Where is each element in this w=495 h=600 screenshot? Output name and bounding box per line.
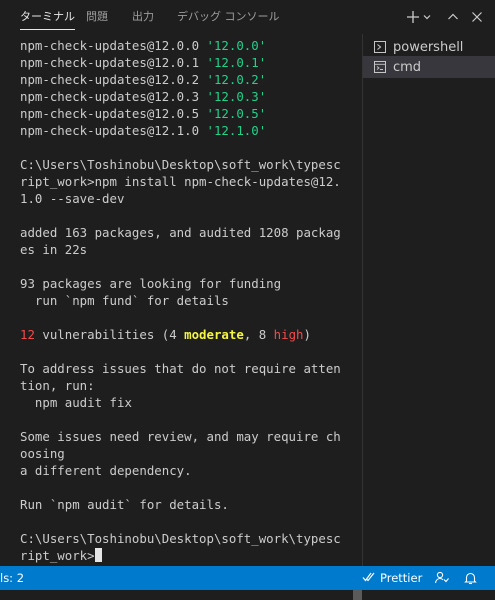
terminal-cursor [94,548,102,562]
prettier-status-item[interactable]: Prettier [362,566,422,590]
tab-terminal[interactable]: ターミナル [20,0,75,34]
terminal-text-segment: npm audit fix [20,395,132,410]
terminal-text-segment: 93 packages are looking for funding [20,276,282,291]
terminal-line: npm-check-updates@12.0.0 '12.0.0' [20,37,348,54]
status-left-text[interactable]: ls: 2 [0,566,24,590]
terminal-text-segment: '12.0.2' [206,72,267,87]
terminal-text-segment: '12.0.0' [206,38,267,53]
terminal-list: powershell cmd [362,34,495,566]
terminal-text-segment: npm-check-updates@12.1.0 [20,123,207,138]
terminal-item-label: powershell [393,39,464,55]
terminal-line: 93 packages are looking for funding [20,275,348,292]
terminal-text-segment: npm-check-updates@12.0.5 [20,106,207,121]
terminal-line: run `npm fund` for details [20,292,348,309]
terminal-text-segment: high [273,327,304,342]
terminal-text-segment: '12.0.1' [206,55,267,70]
terminal-text-segment: npm-check-updates@12.0.3 [20,89,207,104]
terminal-text-segment: C:\Users\Toshinobu\Desktop\soft_work\typ… [20,531,341,563]
terminal-text-segment: ) [303,327,311,342]
terminal-text-segment: a different dependency. [20,463,192,478]
double-check-icon [362,571,376,586]
chevron-down-icon[interactable] [421,6,433,28]
terminal-text-segment: run `npm fund` for details [20,293,229,308]
terminal-text-segment: npm-check-updates@12.0.2 [20,72,207,87]
prettier-label: Prettier [380,571,423,585]
terminal-text-segment: C:\Users\Toshinobu\Desktop\soft_work\typ… [20,157,341,206]
terminal-line: npm-check-updates@12.1.0 '12.1.0' [20,122,348,139]
terminal-text-segment: added 163 packages, and audited 1208 pac… [20,225,341,257]
bell-icon[interactable] [464,566,477,590]
terminal-text-segment: '12.0.3' [206,89,267,104]
terminal-line: npm-check-updates@12.0.1 '12.0.1' [20,54,348,71]
terminal-line: added 163 packages, and audited 1208 pac… [20,224,348,258]
tab-debug-console[interactable]: デバッグ コンソール [177,0,280,34]
terminal-text-segment: '12.0.5' [206,106,267,121]
terminal-line: To address issues that do not require at… [20,360,348,394]
terminal-text-segment: vulnerabilities (4 [34,327,185,342]
terminal-line: npm-check-updates@12.0.5 '12.0.5' [20,105,348,122]
tab-problems[interactable]: 問題 [86,0,108,34]
terminal-text-segment: moderate [184,327,244,342]
terminal-text-segment: npm-check-updates@12.0.0 [20,38,207,53]
terminal-view[interactable]: npm-check-updates@12.0.0 '12.0.0' npm-che… [0,34,362,600]
terminal-line: a different dependency. [20,462,348,479]
terminal-text-segment: Run `npm audit` for details. [20,497,229,512]
panel-tab-bar: ターミナル 問題 出力 デバッグ コンソール [0,0,495,34]
terminal-text-segment: , 8 [243,327,274,342]
chevron-up-icon[interactable] [443,6,463,28]
terminal-item-label: cmd [393,59,422,75]
terminal-line: C:\Users\Toshinobu\Desktop\soft_work\typ… [20,156,348,207]
terminal-item-cmd[interactable]: cmd [363,56,495,78]
cmd-icon [374,61,386,73]
terminal-line: npm-check-updates@12.0.2 '12.0.2' [20,71,348,88]
tab-output[interactable]: 出力 [132,0,154,34]
plus-icon[interactable] [403,6,423,28]
terminal-text-segment: '12.1.0' [206,123,267,138]
terminal-line: C:\Users\Toshinobu\Desktop\soft_work\typ… [20,530,348,564]
terminal-output: npm-check-updates@12.0.0 '12.0.0' npm-che… [20,37,348,564]
terminal-item-powershell[interactable]: powershell [363,36,495,58]
status-bar: ls: 2 Prettier [0,566,495,590]
terminal-text-segment: Some issues need review, and may require… [20,429,341,461]
terminal-text-segment: npm-check-updates@12.0.1 [20,55,207,70]
terminal-line: Run `npm audit` for details. [20,496,348,513]
terminal-line: Some issues need review, and may require… [20,428,348,462]
close-icon[interactable] [467,6,487,28]
panel-actions [403,0,487,34]
terminal-line: npm audit fix [20,394,348,411]
terminal-text-segment: To address issues that do not require at… [20,361,341,393]
powershell-icon [374,41,386,53]
terminal-line: npm-check-updates@12.0.3 '12.0.3' [20,88,348,105]
feedback-icon[interactable] [434,566,449,590]
terminal-text-segment: 12 [20,327,35,342]
terminal-line: 12 vulnerabilities (4 moderate, 8 high) [20,326,348,343]
